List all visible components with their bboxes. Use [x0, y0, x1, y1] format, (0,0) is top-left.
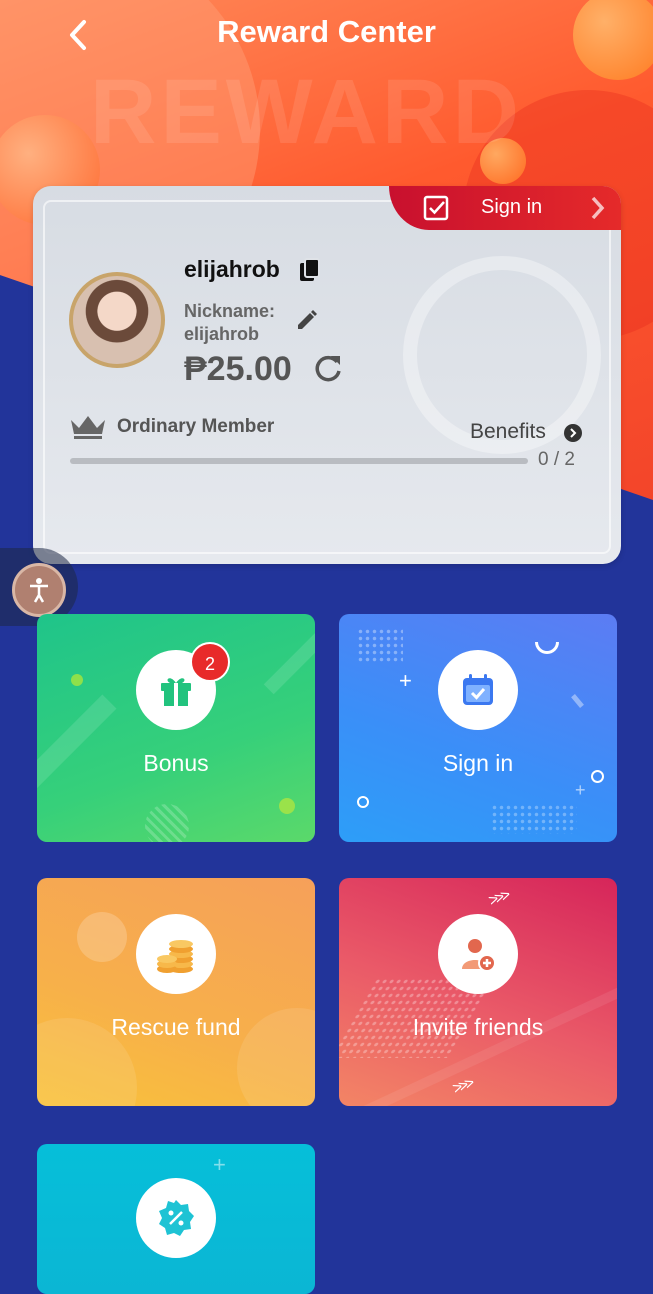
decor-circle — [77, 912, 127, 962]
add-user-icon-circle — [438, 914, 518, 994]
top-bar: Reward Center — [0, 0, 653, 70]
plus-icon: + — [575, 780, 586, 800]
plus-icon: + — [399, 668, 412, 693]
invite-friends-tile[interactable]: >>> >>> Invite friends — [339, 878, 617, 1106]
invite-friends-label: Invite friends — [412, 1014, 544, 1040]
page-title: Reward Center — [217, 14, 436, 49]
profile-card: Sign in elijahrob Nickname: elijahrob ₱2… — [33, 186, 621, 564]
copy-icon[interactable] — [299, 258, 321, 282]
decor-dot — [71, 674, 83, 686]
rescue-fund-tile[interactable]: Rescue fund — [37, 878, 315, 1106]
accessibility-icon — [30, 578, 48, 603]
plus-icon: + — [213, 1152, 226, 1177]
coins-icon-circle — [136, 914, 216, 994]
decor-stripe — [37, 694, 117, 794]
level-progress-bar — [70, 458, 528, 464]
bonus-count-badge: 2 — [190, 642, 230, 682]
decor-stripe — [263, 627, 315, 695]
calendar-icon-circle — [438, 650, 518, 730]
decor-arrows: >>> — [486, 887, 511, 910]
discount-badge-icon — [159, 1200, 194, 1236]
bonus-label: Bonus — [143, 750, 209, 776]
decor-dash — [571, 694, 584, 708]
sign-in-label: Sign in — [442, 750, 514, 776]
balance-amount: ₱25.00 — [184, 350, 292, 388]
gift-icon — [161, 678, 191, 706]
decor-dots — [491, 804, 577, 834]
nickname-value: elijahrob — [184, 324, 260, 344]
nickname-label: Nickname: — [184, 301, 276, 321]
chevron-circle-right-icon[interactable] — [564, 424, 582, 442]
decor-dot — [279, 798, 295, 814]
sign-in-shortcut-label: Sign in — [481, 196, 543, 218]
decor-arrows: >>> — [450, 1075, 475, 1098]
sign-in-tile[interactable]: + + Sign in — [339, 614, 617, 842]
header-watermark: REWARD — [90, 61, 523, 163]
level-progress-text: 0 / 2 — [538, 449, 575, 470]
discount-tile[interactable]: + — [37, 1144, 315, 1294]
bonus-tile[interactable]: Bonus — [37, 614, 315, 842]
decor-hatch — [145, 804, 189, 842]
decor-arc — [535, 642, 559, 654]
username: elijahrob — [184, 256, 280, 282]
discount-icon-circle — [136, 1178, 216, 1258]
accessibility-button[interactable] — [12, 563, 66, 617]
refresh-icon[interactable] — [311, 352, 345, 386]
benefits-link[interactable]: Benefits — [470, 420, 546, 444]
avatar[interactable] — [69, 272, 165, 368]
decor-ring — [357, 796, 369, 808]
rescue-fund-label: Rescue fund — [111, 1014, 241, 1040]
checkbox-icon — [423, 195, 449, 221]
coins-icon — [157, 940, 193, 973]
sign-in-shortcut[interactable]: Sign in — [389, 186, 621, 230]
pencil-icon[interactable] — [295, 308, 319, 332]
member-level: Ordinary Member — [117, 416, 275, 437]
add-user-icon — [462, 939, 496, 972]
decor-dots — [357, 628, 403, 664]
chevron-right-icon — [591, 196, 605, 220]
crown-icon — [71, 416, 105, 439]
calendar-check-icon — [463, 674, 493, 705]
